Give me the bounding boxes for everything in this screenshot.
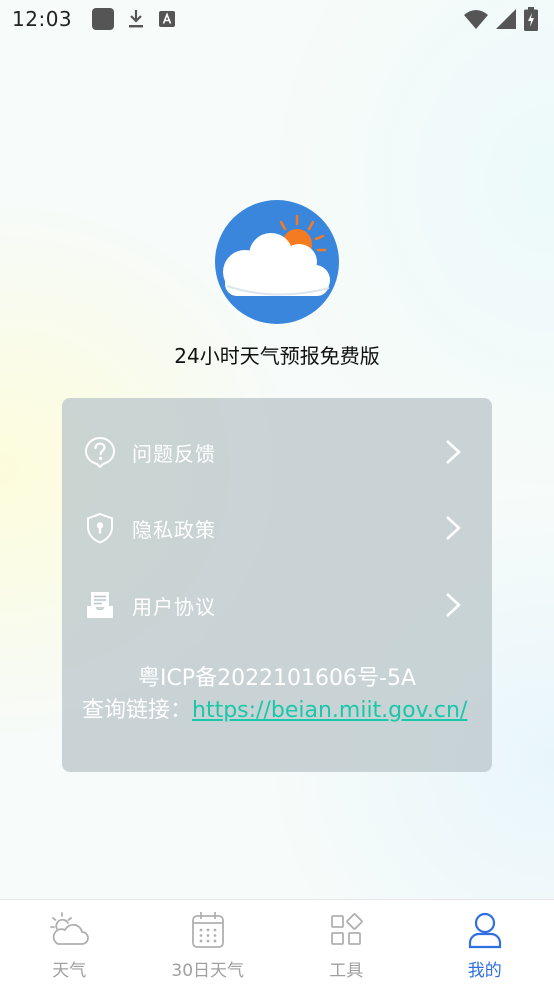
menu-item-feedback[interactable]: 问题反馈 <box>62 420 492 484</box>
system-icons <box>464 7 538 31</box>
tab-label-tools: 工具 <box>329 961 364 981</box>
question-bubble-icon <box>84 436 116 468</box>
app-name: 24小时天气预报免费版 <box>174 344 380 368</box>
icp-record: 粤ICP备2022101606号-5A <box>137 666 417 691</box>
query-line: 查询链接：https://beian.miit.gov.cn/ <box>82 696 482 726</box>
user-profile-icon <box>465 910 505 950</box>
tab-label-mine: 我的 <box>467 961 502 981</box>
chevron-right-icon <box>446 593 461 617</box>
tools-grid-icon <box>326 910 366 950</box>
signal-icon <box>496 9 516 29</box>
battery-charging-icon <box>524 7 538 31</box>
weather-cloud-sun-icon <box>49 910 90 950</box>
beian-link[interactable]: https://beian.miit.gov.cn/ <box>192 698 467 723</box>
bottom-tab-bar: 天气 30日天气 工具 我的 <box>0 899 554 984</box>
shield-lock-icon <box>84 512 116 544</box>
chevron-right-icon <box>446 440 461 464</box>
keyboard-a-icon <box>159 11 175 27</box>
tab-30-day-weather[interactable]: 30日天气 <box>139 900 278 984</box>
tab-label-30-day-weather: 30日天气 <box>171 961 245 981</box>
tab-tools[interactable]: 工具 <box>277 900 416 984</box>
wifi-icon <box>464 10 488 29</box>
menu-label-user-agreement: 用户协议 <box>132 594 216 619</box>
query-prefix: 查询链接： <box>82 698 193 723</box>
tab-mine[interactable]: 我的 <box>416 900 554 984</box>
square-app-icon <box>92 8 114 30</box>
menu-item-user-agreement[interactable]: 用户协议 <box>62 573 492 637</box>
status-time: 12:03 <box>12 7 73 31</box>
notification-icons <box>92 8 176 30</box>
menu-label-feedback: 问题反馈 <box>132 441 216 466</box>
download-icon <box>129 10 143 28</box>
cloud-sun-icon <box>223 214 330 296</box>
menu-label-privacy-policy: 隐私政策 <box>132 517 216 542</box>
tab-weather[interactable]: 天气 <box>0 900 139 984</box>
document-tray-icon <box>84 589 116 621</box>
settings-card: 问题反馈 隐私政策 用户协议 粤ICP备2022101606号-5A 查询链接：… <box>62 398 492 772</box>
tab-label-weather: 天气 <box>52 961 87 981</box>
status-bar: 12:03 <box>0 0 554 38</box>
calendar-icon <box>188 910 228 950</box>
menu-item-privacy-policy[interactable]: 隐私政策 <box>62 496 492 560</box>
chevron-right-icon <box>446 516 461 540</box>
app-logo <box>215 200 339 324</box>
